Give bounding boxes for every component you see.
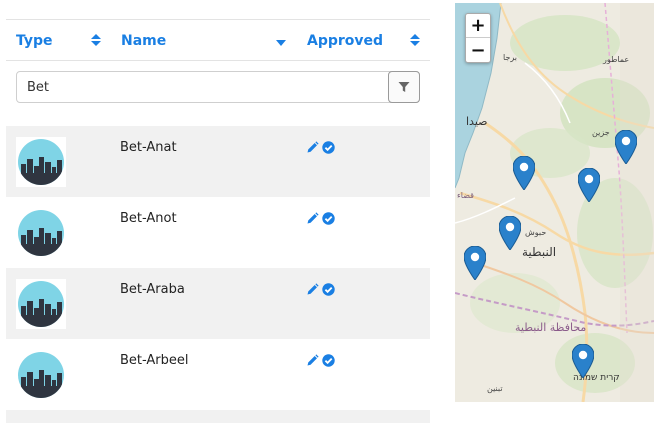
approved-badge — [322, 141, 335, 154]
table-row[interactable]: Bet-Anat — [6, 126, 430, 197]
places-map[interactable]: برجا عماطور صيدا جزين قضاء حبوش النبطية … — [455, 3, 654, 402]
edit-button[interactable] — [306, 354, 319, 367]
column-header-type[interactable]: Type — [16, 20, 102, 61]
map-label: صيدا — [466, 115, 488, 128]
place-name: Bet-Anat — [120, 140, 177, 155]
map-label: محافظة النبطية — [515, 321, 587, 334]
name-filter-input[interactable] — [16, 71, 420, 103]
map-label: حبوش — [525, 228, 547, 237]
row-actions — [306, 283, 335, 296]
city-skyline-icon — [18, 281, 64, 327]
map-marker-icon[interactable] — [572, 344, 594, 378]
filter-button[interactable] — [388, 71, 420, 103]
column-label-name: Name — [121, 32, 167, 49]
filter-row — [6, 61, 430, 125]
place-name: Bet-Arbeel — [120, 353, 189, 368]
city-skyline-icon — [18, 139, 64, 185]
check-circle-icon — [322, 283, 335, 296]
edit-button[interactable] — [306, 283, 319, 296]
city-skyline-icon — [18, 210, 64, 256]
approved-badge — [322, 354, 335, 367]
pencil-icon — [307, 141, 319, 153]
approved-badge — [322, 283, 335, 296]
edit-button[interactable] — [306, 141, 319, 154]
zoom-in-button[interactable]: + — [466, 14, 490, 38]
column-header-approved[interactable]: Approved — [307, 20, 421, 61]
map-label: عماطور — [603, 55, 630, 64]
table-row[interactable]: Bet-Arbeel — [6, 339, 430, 410]
sort-icon[interactable] — [409, 33, 421, 47]
map-label: النبطية — [522, 245, 557, 259]
place-name: Bet-Anot — [120, 211, 177, 226]
place-thumbnail — [16, 137, 66, 187]
sort-icon[interactable] — [90, 33, 102, 47]
map-marker-icon[interactable] — [615, 130, 637, 164]
check-circle-icon — [322, 354, 335, 367]
map-label: تبنين — [487, 384, 503, 393]
pencil-icon — [307, 283, 319, 295]
map-marker-icon[interactable] — [513, 156, 535, 190]
edit-button[interactable] — [306, 212, 319, 225]
zoom-control: + − — [465, 13, 491, 63]
table-header: Type Name Approved — [6, 19, 430, 61]
column-label-type: Type — [16, 32, 53, 49]
column-label-approved: Approved — [307, 32, 384, 49]
map-label: قضاء — [457, 191, 474, 200]
table-row[interactable] — [6, 410, 430, 423]
city-skyline-icon — [18, 352, 64, 398]
map-marker-icon[interactable] — [578, 168, 600, 202]
map-marker-icon[interactable] — [499, 216, 521, 250]
row-actions — [306, 354, 335, 367]
sort-down-icon[interactable] — [275, 35, 287, 49]
place-thumbnail — [16, 350, 66, 400]
app-root: Type Name Approved Bet Bet-Anat Bet-Anot… — [0, 0, 654, 423]
zoom-out-button[interactable]: − — [466, 38, 490, 62]
map-marker-icon[interactable] — [464, 246, 486, 280]
approved-badge — [322, 212, 335, 225]
filter-icon — [398, 82, 410, 92]
row-actions — [306, 141, 335, 154]
check-circle-icon — [322, 141, 335, 154]
place-thumbnail — [16, 279, 66, 329]
table-row[interactable]: Bet-Araba — [6, 268, 430, 339]
row-actions — [306, 212, 335, 225]
place-name: Bet-Araba — [120, 282, 185, 297]
map-label: برجا — [503, 53, 518, 62]
places-table: Type Name Approved Bet Bet-Anat Bet-Anot… — [6, 0, 430, 423]
check-circle-icon — [322, 212, 335, 225]
column-header-name[interactable]: Name — [121, 20, 287, 61]
table-row[interactable]: Bet-Anot — [6, 197, 430, 268]
place-thumbnail — [16, 208, 66, 258]
table-body: Bet-Anat Bet-Anot Bet-Araba Bet-Arbeel — [6, 126, 430, 423]
pencil-icon — [307, 354, 319, 366]
map-label: جزين — [592, 128, 610, 137]
pencil-icon — [307, 212, 319, 224]
